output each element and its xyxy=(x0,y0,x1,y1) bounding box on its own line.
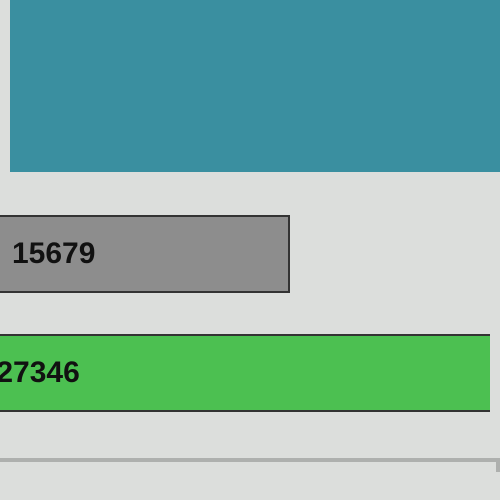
bar-1-label: 15679 xyxy=(12,237,95,271)
axis-tick-right xyxy=(496,458,500,472)
bar-2-label: z: 27346 xyxy=(0,356,80,390)
chart-header-block xyxy=(10,0,500,172)
chart-canvas: 15679 z: 27346 xyxy=(0,0,500,500)
bar-2: z: 27346 xyxy=(0,334,490,412)
axis-divider-bottom xyxy=(0,458,500,462)
bar-1: 15679 xyxy=(0,215,290,293)
